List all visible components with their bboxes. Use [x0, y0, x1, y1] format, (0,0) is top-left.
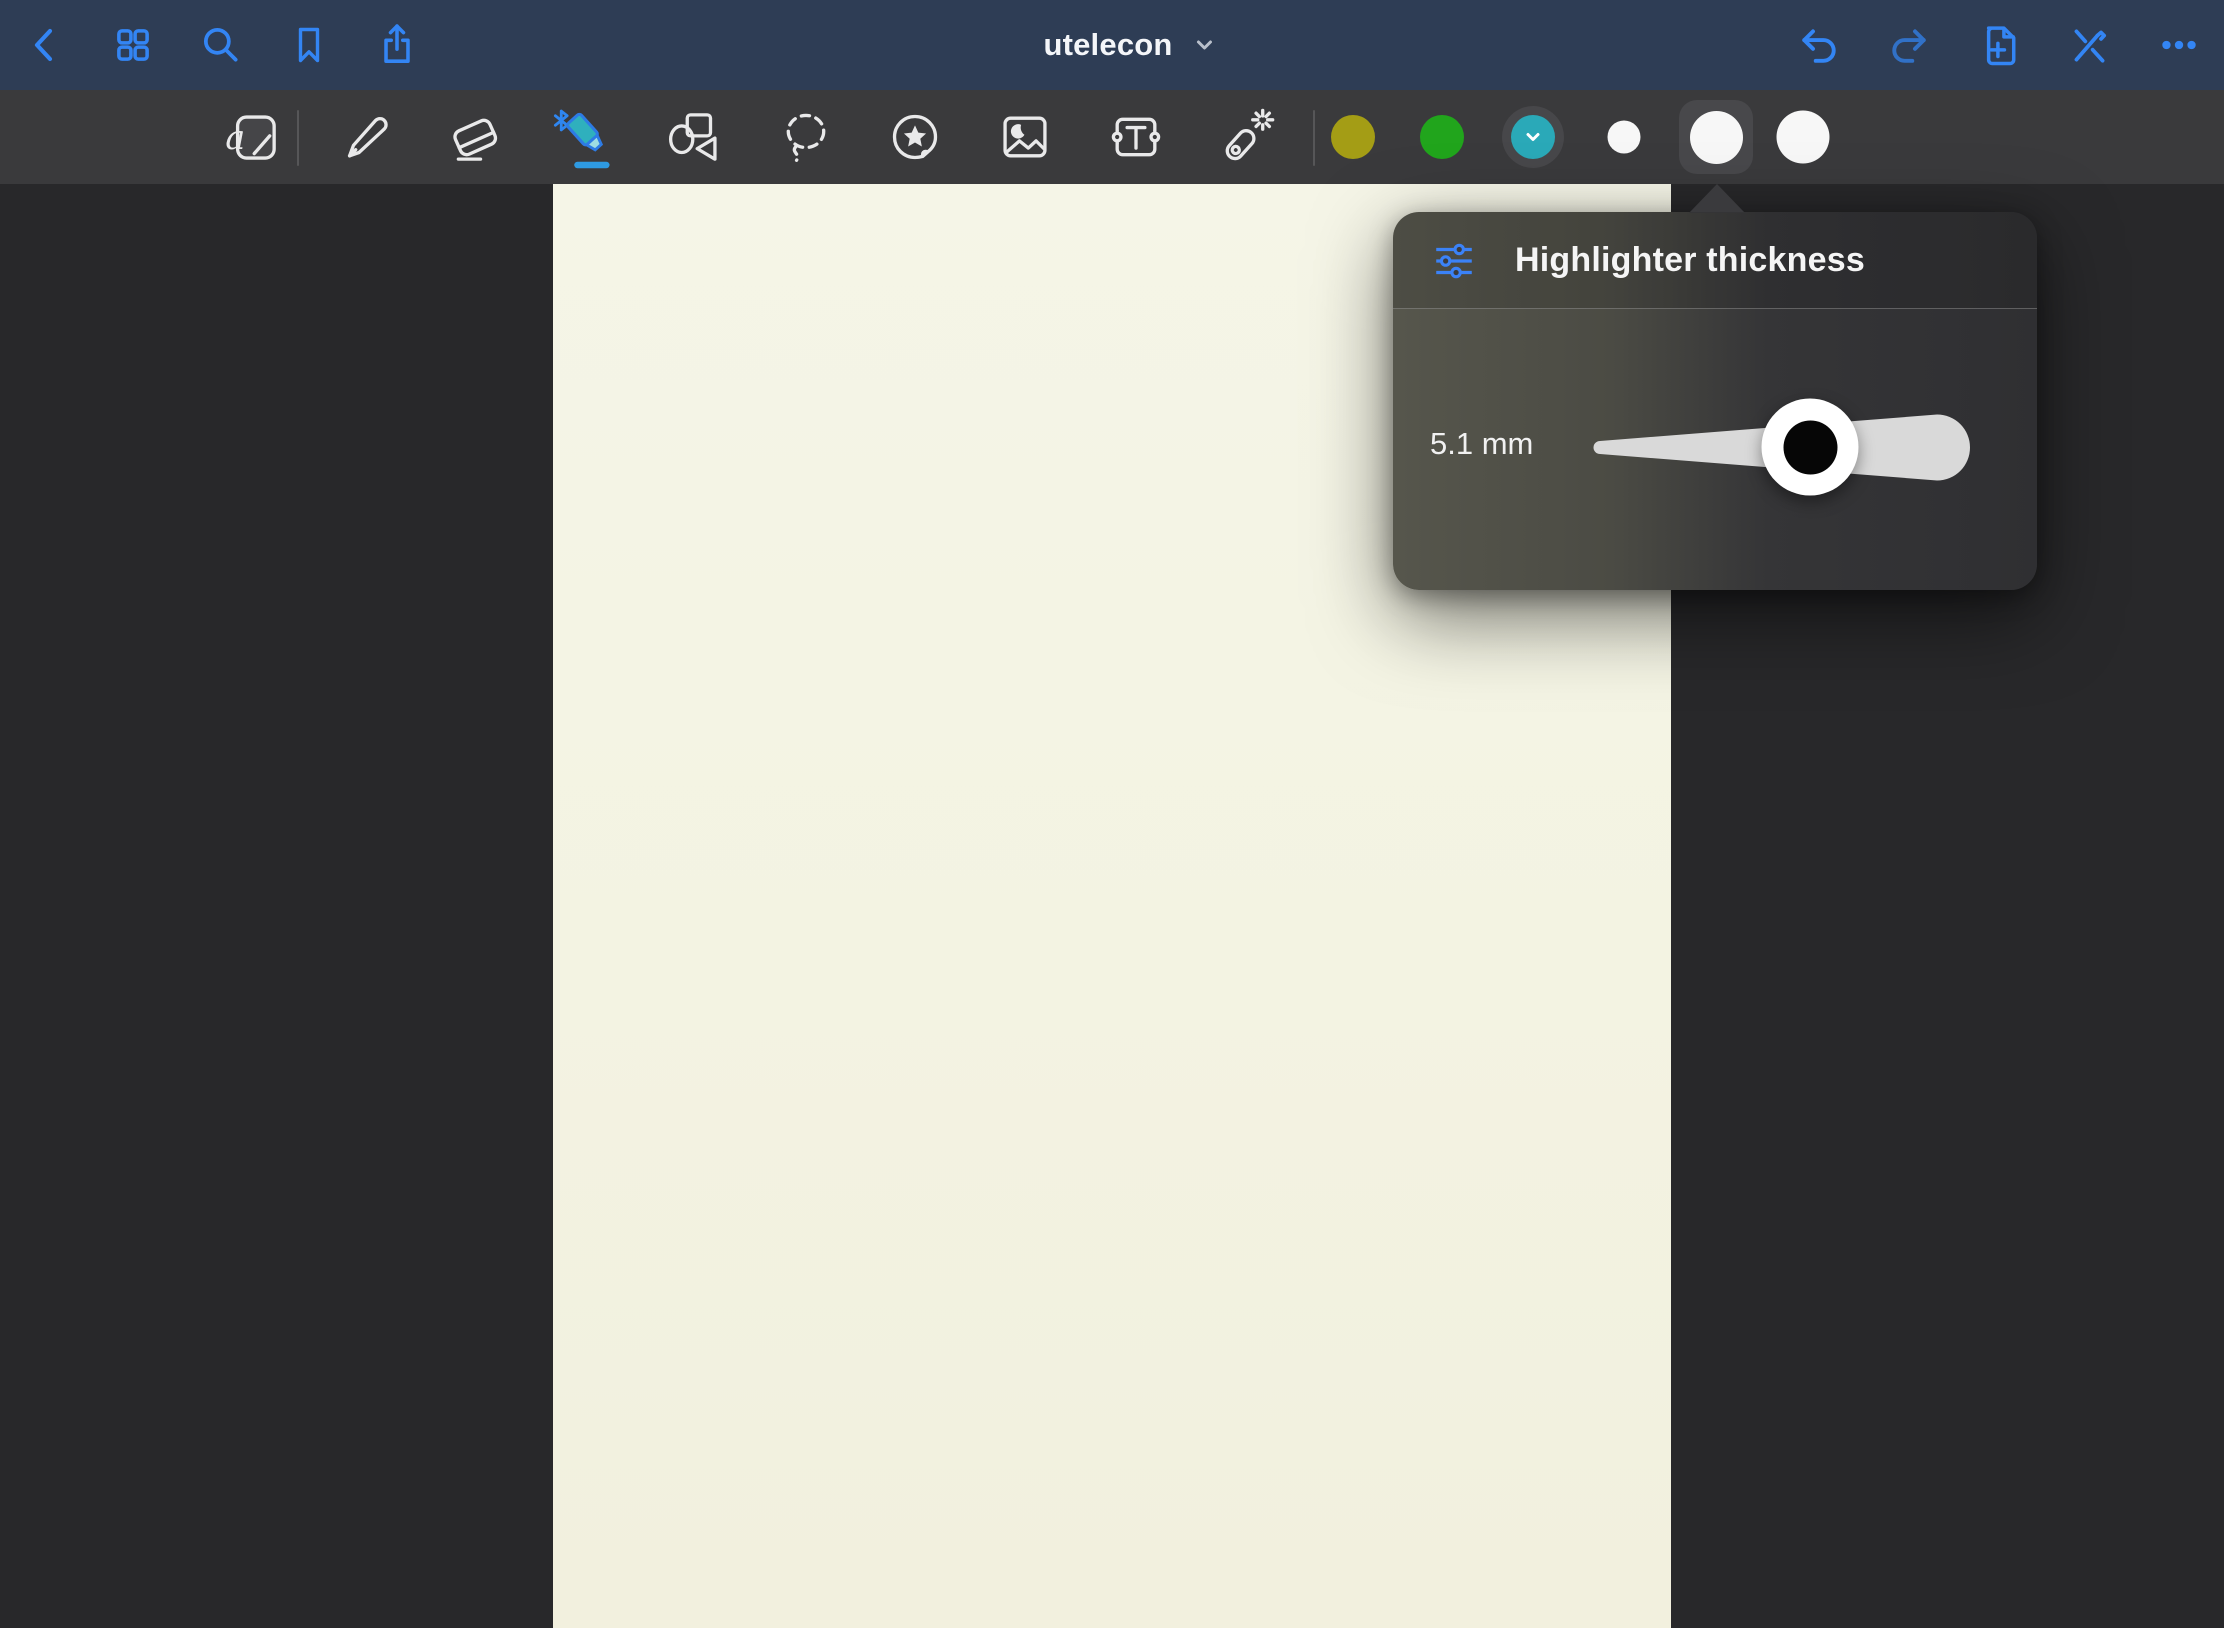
share-button[interactable] [370, 18, 424, 72]
chevron-down-icon [1193, 33, 1217, 57]
highlighter-thickness-popup: Highlighter thickness 5.1 mm [1393, 212, 2037, 590]
undo-button[interactable] [1792, 18, 1846, 72]
image-icon [994, 106, 1056, 168]
highlighter-tool[interactable] [552, 103, 620, 171]
redo-button[interactable] [1882, 18, 1936, 72]
page-overview-button[interactable] [106, 18, 160, 72]
popup-caret [1689, 184, 1745, 213]
top-navigation-bar: utelecon [0, 0, 2224, 90]
search-icon [198, 22, 244, 68]
page-grid-icon [110, 22, 156, 68]
color-swatch-green[interactable] [1420, 115, 1464, 159]
text-tool[interactable] [1102, 103, 1170, 171]
toolbar-divider [1313, 110, 1315, 166]
svg-text:a: a [225, 118, 245, 157]
teal-swatch [1511, 115, 1555, 159]
app-screen: utelecon a [0, 0, 2224, 1628]
laser-pointer-icon [1214, 106, 1276, 168]
tool-bar: a [0, 90, 2224, 184]
edit-mode-tool[interactable]: a [218, 103, 286, 171]
stylus-toggle-button[interactable] [2062, 18, 2116, 72]
popup-title: Highlighter thickness [1515, 212, 1865, 309]
bluetooth-icon [555, 111, 567, 130]
toolbar-divider [297, 110, 299, 166]
thickness-preset-medium-selected[interactable] [1679, 100, 1753, 174]
more-button[interactable] [2152, 18, 2206, 72]
edit-mode-icon: a [221, 106, 283, 168]
thickness-dot-medium [1690, 111, 1743, 164]
share-icon [374, 22, 420, 68]
thickness-preset-large[interactable] [1777, 111, 1830, 164]
text-icon [1105, 106, 1167, 168]
color-swatch-teal-selected[interactable] [1502, 106, 1564, 168]
sticker-icon [884, 106, 946, 168]
stylus-crossed-icon [2066, 22, 2112, 68]
redo-icon [1885, 21, 1933, 69]
search-button[interactable] [194, 18, 248, 72]
eraser-icon [444, 106, 506, 168]
lasso-tool[interactable] [772, 103, 840, 171]
thickness-slider-knob[interactable] [1762, 399, 1859, 496]
highlighter-icon [553, 104, 619, 170]
pen-icon [333, 106, 395, 168]
popup-header: Highlighter thickness [1393, 212, 2037, 309]
shapes-icon [664, 106, 726, 168]
document-title-button[interactable]: utelecon [1043, 0, 1216, 90]
sliders-icon [1431, 238, 1477, 284]
chevron-down-icon [1522, 126, 1544, 148]
add-page-button[interactable] [1972, 18, 2026, 72]
add-page-icon [1975, 21, 2023, 69]
bookmark-icon [287, 23, 331, 67]
nav-right-group [1792, 0, 2206, 90]
image-tool[interactable] [991, 103, 1059, 171]
undo-icon [1795, 21, 1843, 69]
color-swatch-olive[interactable] [1331, 115, 1375, 159]
nav-left-group [18, 0, 424, 90]
eraser-tool[interactable] [441, 103, 509, 171]
pen-tool[interactable] [330, 103, 398, 171]
shapes-tool[interactable] [661, 103, 729, 171]
document-title: utelecon [1043, 27, 1172, 63]
more-icon [2156, 22, 2202, 68]
thickness-value-label: 5.1 mm [1430, 426, 1580, 462]
sticker-tool[interactable] [881, 103, 949, 171]
bookmark-button[interactable] [282, 18, 336, 72]
back-icon [23, 23, 67, 67]
laser-pointer-tool[interactable] [1211, 103, 1279, 171]
lasso-icon [775, 106, 837, 168]
back-button[interactable] [18, 18, 72, 72]
thickness-preset-small[interactable] [1608, 121, 1641, 154]
